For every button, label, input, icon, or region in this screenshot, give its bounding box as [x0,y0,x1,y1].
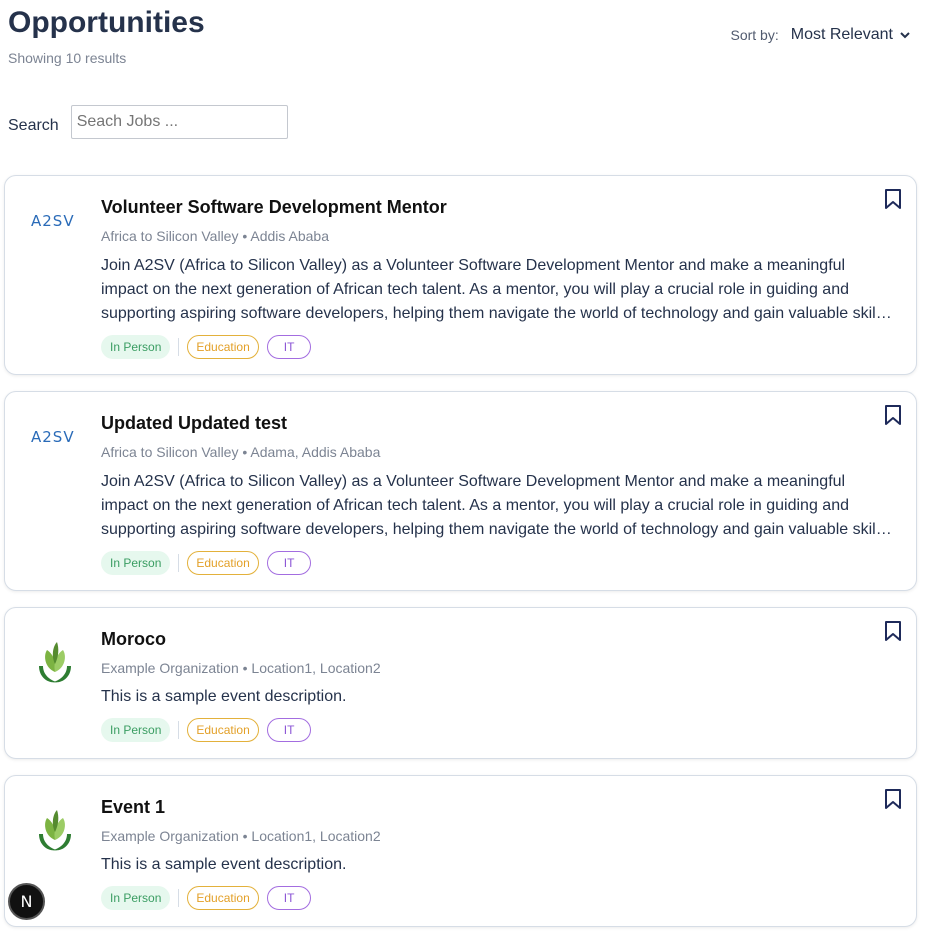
sort-label: Sort by: [730,27,779,43]
sort-select[interactable]: Most Relevant [791,26,911,44]
tag-list: In Person Education IT [101,886,892,910]
plant-hands-icon [39,810,71,851]
card-description: This is a sample event description. [101,856,347,873]
tag-divider [178,338,180,356]
tag-education: Education [187,886,259,910]
tag-education: Education [187,335,259,359]
search-bar: Search [8,105,288,139]
bookmark-icon[interactable] [884,788,902,810]
tag-education: Education [187,551,259,575]
tag-in-person: In Person [101,551,171,575]
page-header: Opportunities Showing 10 results [8,6,205,66]
a2sv-logo: A2SV [27,416,83,472]
opportunity-list: A2SV Volunteer Software Development Ment… [4,175,917,935]
tag-in-person: In Person [101,335,171,359]
tag-list: In Person Education IT [101,551,892,575]
card-meta: Example Organization • Location1, Locati… [101,660,381,676]
chevron-down-icon [900,32,910,39]
plant-hands-icon [39,642,71,683]
a2sv-logo-text: A2SV [31,428,75,446]
tag-divider [178,554,180,572]
search-input[interactable] [70,105,288,139]
opportunity-card[interactable]: A2SV Updated Updated test Africa to Sili… [4,391,917,591]
tag-divider [178,721,180,739]
results-count: Showing 10 results [8,50,127,66]
tag-education: Education [187,718,259,742]
card-meta: Africa to Silicon Valley • Adama, Addis … [101,444,381,460]
a2sv-logo-text: A2SV [31,212,75,230]
bookmark-icon[interactable] [884,188,902,210]
opportunity-card[interactable]: A2SV Volunteer Software Development Ment… [4,175,917,375]
tag-it: IT [266,551,312,575]
sort-control: Sort by: Most Relevant [730,26,911,44]
sort-selected-value: Most Relevant [790,26,893,43]
card-title[interactable]: Updated Updated test [101,412,892,434]
opportunity-card[interactable]: Moroco Example Organization • Location1,… [4,607,917,759]
tag-in-person: In Person [101,718,171,742]
tag-it: IT [266,335,312,359]
card-meta: Africa to Silicon Valley • Addis Ababa [101,228,329,244]
tag-it: IT [266,886,312,910]
a2sv-logo: A2SV [27,200,83,256]
page-title: Opportunities [8,6,205,39]
card-title[interactable]: Event 1 [101,796,892,818]
opportunity-card[interactable]: Event 1 Example Organization • Location1… [4,775,917,927]
card-title[interactable]: Moroco [101,628,892,650]
card-meta: Example Organization • Location1, Locati… [101,828,381,844]
card-title[interactable]: Volunteer Software Development Mentor [101,196,892,218]
bookmark-icon[interactable] [884,620,902,642]
tag-list: In Person Education IT [101,718,892,742]
search-label: Search [8,117,59,134]
card-description: Join A2SV (Africa to Silicon Valley) as … [101,473,892,538]
tag-list: In Person Education IT [101,335,892,359]
card-description: This is a sample event description. [101,688,347,705]
tag-divider [178,889,180,907]
tag-it: IT [266,718,312,742]
card-description: Join A2SV (Africa to Silicon Valley) as … [101,257,892,322]
bookmark-icon[interactable] [884,404,902,426]
tag-in-person: In Person [101,886,171,910]
nextjs-badge[interactable]: N [8,883,45,920]
